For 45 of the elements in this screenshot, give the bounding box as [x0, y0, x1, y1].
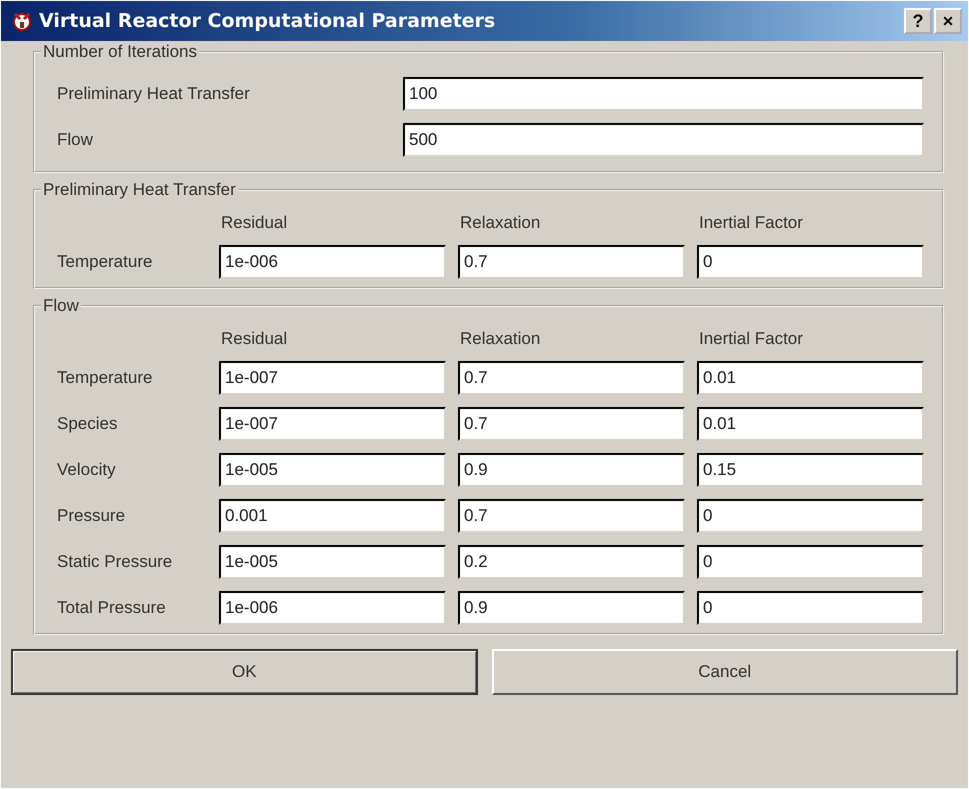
input-field[interactable]: 1e-007	[219, 361, 446, 395]
column-header: Relaxation	[459, 213, 542, 233]
field-label: Preliminary Heat Transfer	[57, 84, 251, 104]
input-field[interactable]: 0.7	[458, 499, 685, 533]
field-label: Temperature	[57, 368, 154, 388]
close-button[interactable]: ×	[934, 8, 962, 34]
input-field[interactable]: 0	[697, 591, 924, 625]
field-label: Species	[57, 414, 118, 434]
column-header: Residual	[220, 329, 288, 349]
window-title: Virtual Reactor Computational Parameters	[39, 10, 496, 32]
input-field[interactable]: 1e-006	[219, 245, 446, 279]
input-field[interactable]: 0	[697, 245, 924, 279]
field-label: Temperature	[57, 252, 154, 272]
input-field[interactable]: 0.01	[697, 361, 924, 395]
column-header: Inertial Factor	[698, 213, 804, 233]
field-label: Velocity	[57, 460, 117, 480]
input-field[interactable]: 0	[697, 545, 924, 579]
input-field[interactable]: 1e-005	[219, 545, 446, 579]
input-field[interactable]: 1e-006	[219, 591, 446, 625]
cancel-button[interactable]: Cancel	[492, 649, 958, 695]
input-field[interactable]: 0.15	[697, 453, 924, 487]
field-label: Total Pressure	[57, 598, 167, 618]
ok-button[interactable]: OK	[11, 649, 478, 695]
input-field[interactable]: 0.001	[219, 499, 446, 533]
input-field[interactable]: 0.01	[697, 407, 924, 441]
input-field[interactable]: 100	[403, 77, 924, 111]
input-field[interactable]: 0.9	[458, 591, 685, 625]
input-field[interactable]: 0.7	[458, 407, 685, 441]
input-field[interactable]: 1e-005	[219, 453, 446, 487]
group-title: Preliminary Heat Transfer	[41, 180, 238, 200]
column-header: Inertial Factor	[698, 329, 804, 349]
input-field[interactable]: 0	[697, 499, 924, 533]
input-field[interactable]: 0.7	[458, 245, 685, 279]
field-label: Pressure	[57, 506, 126, 526]
help-button[interactable]: ?	[904, 8, 932, 34]
field-label: Static Pressure	[57, 552, 174, 572]
field-label: Flow	[57, 130, 94, 150]
column-header: Relaxation	[459, 329, 542, 349]
input-field[interactable]: 1e-007	[219, 407, 446, 441]
input-field[interactable]: 0.2	[458, 545, 685, 579]
column-header: Residual	[220, 213, 288, 233]
app-icon	[11, 10, 33, 32]
input-field[interactable]: 500	[403, 123, 924, 157]
input-field[interactable]: 0.9	[458, 453, 685, 487]
input-field[interactable]: 0.7	[458, 361, 685, 395]
